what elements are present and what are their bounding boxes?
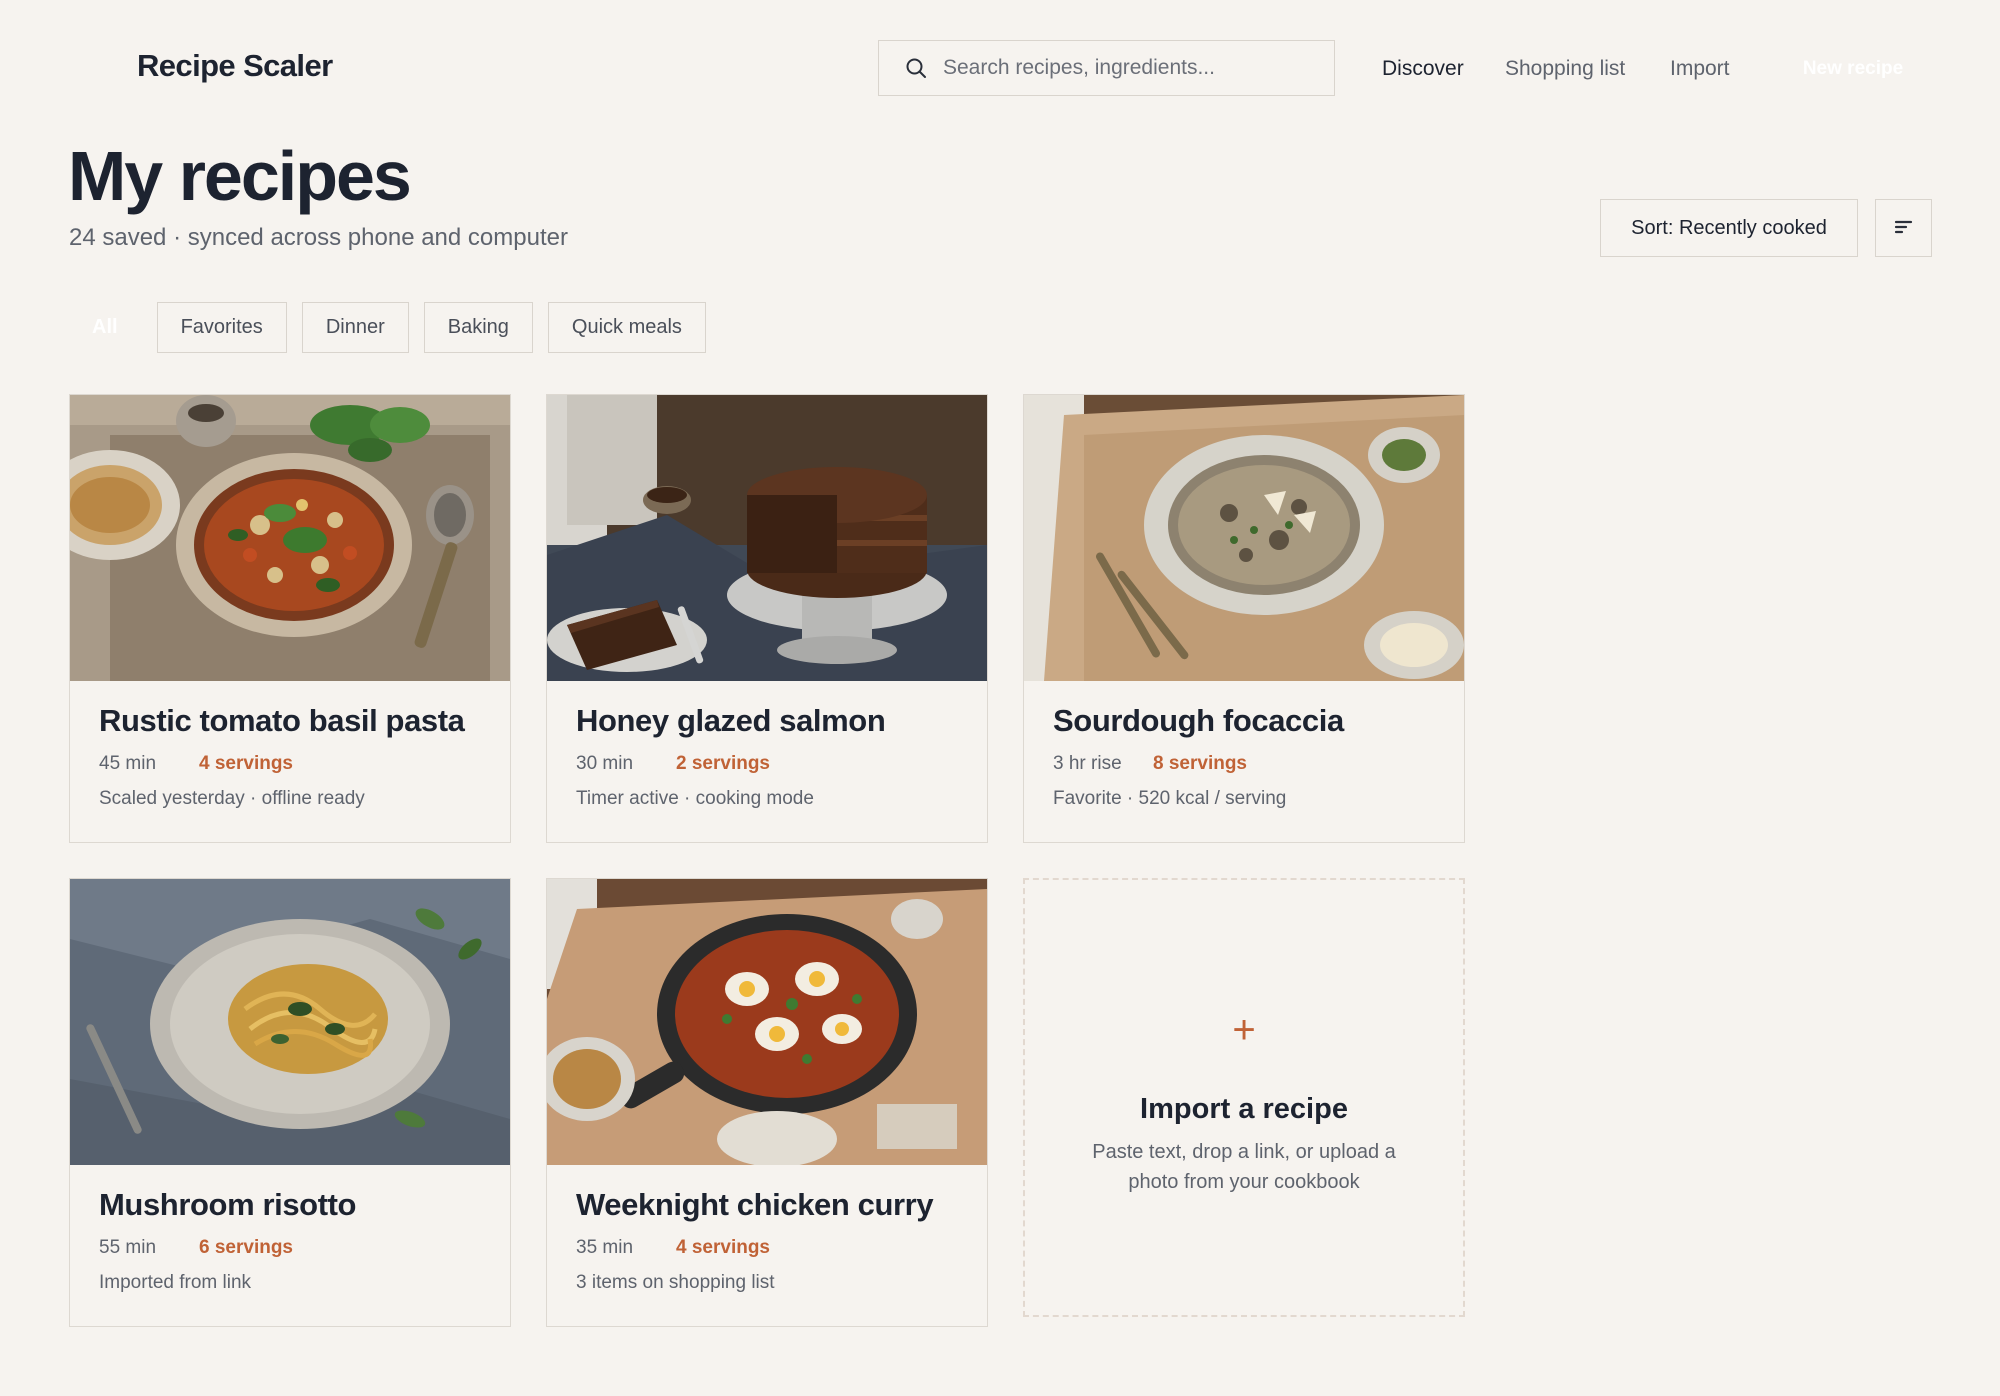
recipe-title: Weeknight chicken curry xyxy=(576,1187,934,1222)
recipe-time: 55 min xyxy=(99,1237,157,1258)
page-subtitle: 24 saved · synced across phone and compu… xyxy=(69,224,568,251)
app-brand[interactable]: Recipe Scaler xyxy=(137,48,333,84)
chip-baking[interactable]: Baking xyxy=(423,302,533,353)
nav-discover[interactable]: Discover xyxy=(1382,57,1464,81)
nav-import[interactable]: Import xyxy=(1670,57,1730,81)
recipe-card[interactable]: Weeknight chicken curry 35 min 4 serving… xyxy=(546,878,988,1327)
pasta-plate-photo xyxy=(70,879,510,1165)
recipe-title: Mushroom risotto xyxy=(99,1187,357,1222)
recipe-servings: 8 servings xyxy=(1153,753,1247,774)
search-icon xyxy=(905,57,927,79)
stew-bowl-photo xyxy=(70,395,510,681)
recipe-meta: 45 min 4 servings xyxy=(99,753,293,775)
recipe-meta: 30 min 2 servings xyxy=(576,753,770,775)
recipe-card[interactable]: Rustic tomato basil pasta 45 min 4 servi… xyxy=(69,394,511,843)
nav-shopping-list[interactable]: Shopping list xyxy=(1505,57,1625,81)
risotto-bowl-photo xyxy=(1024,395,1464,681)
shakshuka-pan-photo xyxy=(547,879,987,1165)
recipe-card[interactable]: Sourdough focaccia 3 hr rise 8 servings … xyxy=(1023,394,1465,843)
recipe-note: Scaled yesterday · offline ready xyxy=(99,788,365,809)
recipe-note: Favorite · 520 kcal / serving xyxy=(1053,788,1287,809)
recipe-servings: 2 servings xyxy=(676,753,770,774)
recipe-card[interactable]: Honey glazed salmon 30 min 2 servings Ti… xyxy=(546,394,988,843)
recipe-meta: 3 hr rise 8 servings xyxy=(1053,753,1247,775)
filter-lines-icon xyxy=(1894,219,1914,238)
chip-dinner[interactable]: Dinner xyxy=(301,302,409,353)
new-recipe-button[interactable]: New recipe xyxy=(1773,42,1933,96)
chip-favorites[interactable]: Favorites xyxy=(156,302,287,353)
recipe-note: Timer active · cooking mode xyxy=(576,788,814,809)
recipe-servings: 4 servings xyxy=(676,1237,770,1258)
recipe-title: Rustic tomato basil pasta xyxy=(99,703,465,738)
recipe-time: 35 min xyxy=(576,1237,634,1258)
import-card-description: Paste text, drop a link, or upload a pho… xyxy=(1092,1141,1396,1193)
import-card-title: Import a recipe xyxy=(1140,1093,1348,1125)
chip-quick-meals[interactable]: Quick meals xyxy=(547,302,706,353)
search-box[interactable] xyxy=(878,40,1335,96)
recipe-note: Imported from link xyxy=(99,1272,252,1293)
plus-icon: + xyxy=(1232,1008,1256,1052)
recipe-time: 45 min xyxy=(99,753,157,774)
recipe-note: 3 items on shopping list xyxy=(576,1272,775,1293)
search-input[interactable] xyxy=(943,56,1323,80)
recipe-meta: 35 min 4 servings xyxy=(576,1237,770,1259)
filter-button[interactable] xyxy=(1875,199,1932,257)
chip-all[interactable]: All xyxy=(68,302,142,353)
recipe-card[interactable]: Mushroom risotto 55 min 6 servings Impor… xyxy=(69,878,511,1327)
recipe-time: 30 min xyxy=(576,753,634,774)
sort-button[interactable]: Sort: Recently cooked xyxy=(1600,199,1858,257)
recipe-servings: 4 servings xyxy=(199,753,293,774)
category-chips: All Favorites Dinner Baking Quick meals xyxy=(68,302,706,353)
recipe-title: Honey glazed salmon xyxy=(576,703,886,738)
import-recipe-card[interactable]: + Import a recipe Paste text, drop a lin… xyxy=(1023,878,1465,1317)
recipe-meta: 55 min 6 servings xyxy=(99,1237,293,1259)
chocolate-cake-photo xyxy=(547,395,987,681)
recipe-title: Sourdough focaccia xyxy=(1053,703,1344,738)
recipe-time: 3 hr rise xyxy=(1053,753,1122,774)
top-bar: Recipe Scaler Discover Shopping list Imp… xyxy=(0,0,2000,140)
recipe-servings: 6 servings xyxy=(199,1237,293,1258)
page-title: My recipes xyxy=(68,137,412,215)
